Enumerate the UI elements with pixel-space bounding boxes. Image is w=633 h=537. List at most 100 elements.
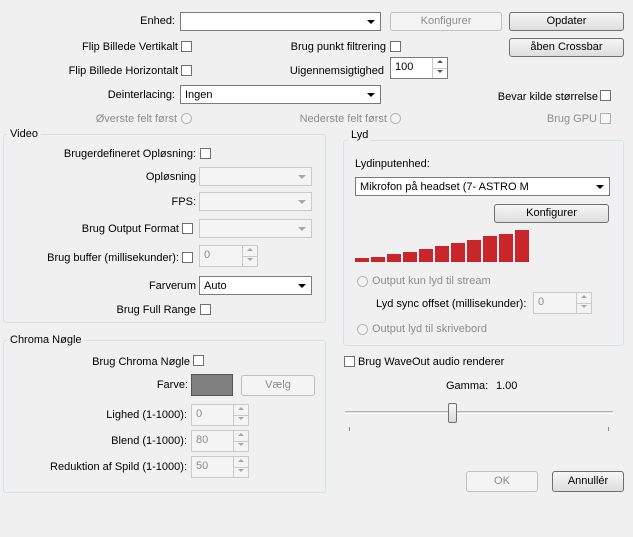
spill-value: 50 — [196, 460, 209, 472]
full-range-label: Brug Full Range — [116, 304, 197, 316]
buffer-stepper[interactable]: 0 — [199, 245, 258, 267]
chevron-up-icon — [437, 60, 443, 63]
audio-level-bar — [483, 236, 497, 262]
custom-resolution-checkbox[interactable] — [200, 148, 211, 159]
resolution-select[interactable] — [199, 167, 312, 186]
enhed-label: Enhed: — [140, 15, 175, 27]
chroma-color-swatch[interactable] — [191, 374, 233, 396]
buffer-value: 0 — [204, 249, 211, 261]
audio-input-value: Mikrofon på headset (7- ASTRO M — [360, 181, 529, 193]
audio-input-select[interactable]: Mikrofon på headset (7- ASTRO M — [355, 177, 610, 196]
use-gpu-label: Brug GPU — [546, 113, 597, 125]
waveout-label: Brug WaveOut audio renderer — [358, 356, 505, 368]
video-group-title: Video — [7, 128, 41, 140]
chevron-down-icon — [596, 185, 604, 189]
update-button[interactable]: Opdater — [509, 12, 624, 31]
deinterlacing-label: Deinterlacing: — [107, 89, 175, 101]
chevron-down-icon — [247, 258, 253, 261]
chevron-down-icon — [367, 20, 375, 24]
custom-resolution-label: Brugerdefineret Opløsning: — [63, 148, 196, 160]
opacity-stepper[interactable]: 100 — [390, 57, 448, 79]
resolution-label: Opløsning — [145, 171, 196, 183]
buffer-label: Brug buffer (millisekunder): — [47, 252, 179, 264]
flip-vertical-checkbox[interactable] — [181, 41, 192, 52]
gamma-slider[interactable] — [345, 403, 613, 423]
audio-level-bar — [515, 230, 529, 262]
bottom-field-label: Nederste felt først — [299, 113, 387, 125]
configure-audio-button[interactable]: Konfigurer — [494, 204, 609, 223]
top-field-label: Øverste felt først — [95, 113, 177, 125]
gamma-slider-track — [345, 411, 613, 414]
opacity-label: Uigennemsigtighed — [289, 65, 384, 77]
chevron-up-icon — [238, 459, 244, 462]
waveout-checkbox[interactable] — [344, 356, 355, 367]
audio-group-title: Lyd — [348, 129, 372, 141]
chroma-use-label: Brug Chroma Nøgle — [92, 356, 190, 368]
gamma-value: 1.00 — [496, 380, 518, 392]
stepper-down-button[interactable] — [233, 441, 248, 451]
stepper-down-button[interactable] — [233, 415, 248, 425]
gamma-slider-ticks — [349, 427, 609, 431]
audio-level-bar — [419, 249, 433, 262]
stepper-down-button[interactable] — [432, 68, 447, 78]
sync-offset-stepper[interactable]: 0 — [533, 292, 592, 314]
chevron-down-icon — [238, 443, 244, 446]
chevron-down-icon — [298, 175, 306, 179]
chroma-color-label: Farve: — [156, 379, 188, 391]
blend-stepper[interactable]: 80 — [191, 430, 249, 452]
fps-label: FPS: — [171, 196, 196, 208]
similarity-stepper[interactable]: 0 — [191, 404, 249, 426]
full-range-checkbox[interactable] — [200, 304, 211, 315]
opacity-value: 100 — [395, 61, 414, 73]
output-format-select[interactable] — [199, 219, 312, 238]
deinterlacing-select[interactable]: Ingen — [180, 85, 381, 104]
point-filter-checkbox[interactable] — [390, 41, 401, 52]
choose-color-button[interactable]: Vælg — [241, 375, 315, 396]
open-crossbar-button[interactable]: åben Crossbar — [509, 38, 624, 57]
top-field-radio[interactable] — [181, 113, 192, 124]
audio-level-bar — [451, 243, 465, 262]
chroma-group-title: Chroma Nøgle — [7, 334, 85, 346]
chevron-down-icon — [298, 200, 306, 204]
output-stream-radio[interactable] — [357, 276, 368, 287]
keep-size-checkbox[interactable] — [600, 90, 611, 101]
colorspace-select[interactable]: Auto — [199, 276, 312, 295]
chevron-down-icon — [238, 469, 244, 472]
point-filter-label: Brug punkt filtrering — [290, 41, 386, 53]
chevron-up-icon — [581, 295, 587, 298]
device-select[interactable] — [180, 12, 381, 31]
ok-button[interactable]: OK — [466, 471, 538, 492]
sync-offset-label: Lyd sync offset (millisekunder): — [376, 298, 527, 310]
use-gpu-checkbox[interactable] — [600, 113, 611, 124]
flip-horizontal-label: Flip Billede Horizontalt — [68, 65, 178, 77]
similarity-label: Lighed (1-1000): — [106, 409, 187, 421]
stepper-down-button[interactable] — [233, 467, 248, 477]
bottom-field-radio[interactable] — [390, 113, 401, 124]
stepper-down-button[interactable] — [576, 303, 591, 313]
audio-level-bar — [499, 234, 513, 262]
chevron-down-icon — [238, 417, 244, 420]
fps-select[interactable] — [199, 192, 312, 211]
blend-value: 80 — [196, 434, 209, 446]
output-format-checkbox[interactable] — [182, 223, 193, 234]
gamma-slider-thumb[interactable] — [448, 403, 457, 423]
buffer-checkbox[interactable] — [182, 252, 193, 263]
slider-tick — [608, 427, 609, 431]
flip-vertical-label: Flip Billede Vertikalt — [82, 41, 178, 53]
deinterlacing-value: Ingen — [185, 89, 213, 101]
audio-level-bar — [355, 258, 369, 262]
configure-device-button[interactable]: Konfigurer — [390, 12, 502, 31]
chroma-use-checkbox[interactable] — [193, 355, 204, 366]
sync-offset-value: 0 — [538, 296, 545, 308]
chevron-up-icon — [247, 248, 253, 251]
stepper-down-button[interactable] — [242, 256, 257, 266]
audio-level-bar — [435, 246, 449, 262]
cancel-button[interactable]: Annullér — [552, 471, 624, 492]
output-desktop-radio[interactable] — [357, 324, 368, 335]
audio-level-bar — [403, 252, 417, 262]
flip-horizontal-checkbox[interactable] — [181, 65, 192, 76]
chevron-down-icon — [437, 70, 443, 73]
output-format-label: Brug Output Format — [81, 223, 179, 235]
gamma-label: Gamma: — [446, 380, 489, 392]
spill-stepper[interactable]: 50 — [191, 456, 249, 478]
